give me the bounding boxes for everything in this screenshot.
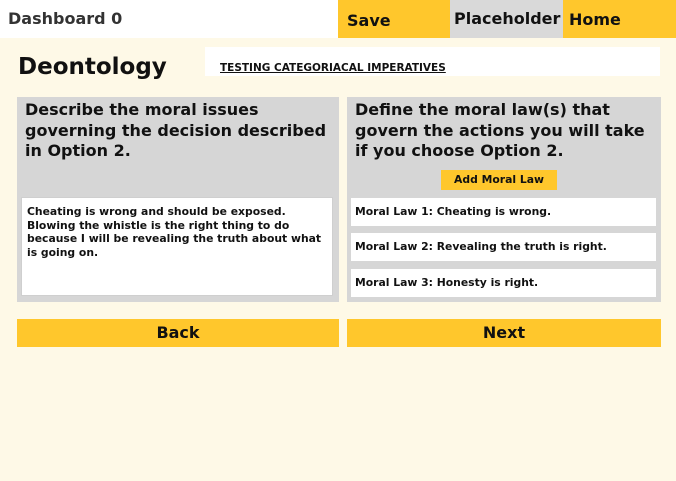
moral-laws-prompt: Define the moral law(s) that govern the …: [355, 100, 645, 160]
moral-issues-answer-field[interactable]: Cheating is wrong and should be exposed.…: [21, 197, 333, 296]
moral-law-item[interactable]: Moral Law 3: Honesty is right.: [351, 269, 656, 297]
moral-laws-panel: Define the moral law(s) that govern the …: [347, 97, 661, 302]
save-button[interactable]: Save: [338, 0, 450, 38]
back-button[interactable]: Back: [17, 319, 339, 347]
placeholder-button[interactable]: Placeholder: [450, 0, 563, 38]
moral-law-item[interactable]: Moral Law 2: Revealing the truth is righ…: [351, 233, 656, 261]
next-button[interactable]: Next: [347, 319, 661, 347]
moral-issues-panel: Describe the moral issues governing the …: [17, 97, 339, 302]
page-title: Deontology: [18, 54, 167, 80]
dashboard-title: Dashboard 0: [0, 0, 338, 38]
add-moral-law-button[interactable]: Add Moral Law: [441, 170, 557, 190]
moral-law-item[interactable]: Moral Law 1: Cheating is wrong.: [351, 198, 656, 226]
moral-issues-prompt: Describe the moral issues governing the …: [25, 100, 327, 160]
subtitle-box: TESTING CATEGORIACAL IMPERATIVES: [205, 47, 660, 76]
top-bar: Dashboard 0 Save Placeholder Home: [0, 0, 676, 38]
subtitle-link[interactable]: TESTING CATEGORIACAL IMPERATIVES: [220, 62, 446, 74]
home-button[interactable]: Home: [563, 0, 676, 38]
